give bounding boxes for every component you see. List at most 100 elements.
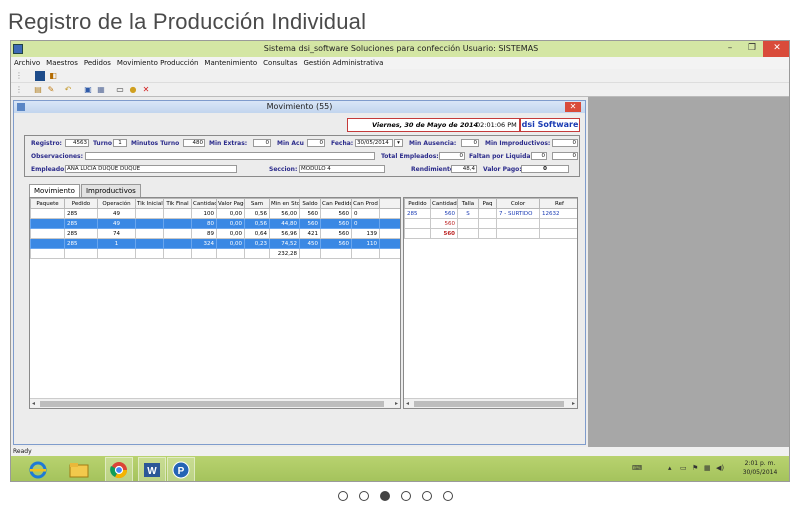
cell[interactable]: 285 bbox=[64, 218, 98, 229]
menu-pedidos[interactable]: Pedidos bbox=[84, 59, 111, 67]
cell[interactable]: 56,00 bbox=[269, 208, 300, 219]
cell[interactable]: S bbox=[457, 208, 479, 219]
registro-field[interactable]: 4563 bbox=[65, 139, 89, 147]
col-paquete[interactable]: Paquete bbox=[30, 198, 65, 209]
min-ausencia-field[interactable]: 0 bbox=[461, 139, 479, 147]
cell[interactable] bbox=[478, 208, 497, 219]
carousel-dot-3[interactable] bbox=[380, 491, 390, 501]
col-tik-inicial[interactable]: Tik Inicial bbox=[135, 198, 164, 209]
word-icon[interactable]: W bbox=[138, 457, 166, 481]
child-close-button[interactable]: ✕ bbox=[565, 102, 581, 112]
cell[interactable]: 421 bbox=[299, 228, 321, 239]
network-icon[interactable]: ▦ bbox=[704, 464, 711, 472]
cell[interactable]: 139 bbox=[351, 228, 380, 239]
scroll-left-icon[interactable]: ◂ bbox=[406, 399, 409, 408]
carousel-dot-2[interactable] bbox=[359, 491, 369, 501]
faltan-liquidar-field-a[interactable]: 0 bbox=[531, 152, 547, 160]
cell[interactable]: 89 bbox=[191, 228, 217, 239]
col-operacion[interactable]: Operación bbox=[97, 198, 136, 209]
calendar-icon[interactable]: ▾ bbox=[394, 139, 403, 147]
tab-movimiento[interactable]: Movimiento bbox=[29, 184, 80, 197]
cell[interactable]: 49 bbox=[97, 218, 136, 229]
cell[interactable] bbox=[163, 228, 192, 239]
table-row[interactable]: 285 49 100 0,00 0,56 56,00 560 560 0 bbox=[30, 208, 400, 219]
menu-movimiento-produccion[interactable]: Movimiento Producción bbox=[117, 59, 199, 67]
cell[interactable] bbox=[163, 208, 192, 219]
cell[interactable] bbox=[135, 208, 164, 219]
cell[interactable]: 0,64 bbox=[244, 228, 270, 239]
rendimiento-field[interactable]: 48,4 bbox=[451, 165, 477, 173]
cell[interactable] bbox=[163, 218, 192, 229]
cell[interactable]: 560 bbox=[299, 218, 321, 229]
tray-arrow-icon[interactable]: ▴ bbox=[668, 464, 672, 472]
cell[interactable]: 324 bbox=[191, 238, 217, 249]
clock[interactable]: 2:01 p. m. 30/05/2014 bbox=[731, 459, 789, 477]
maximize-button[interactable]: ❐ bbox=[741, 41, 763, 57]
cell[interactable]: 1 bbox=[97, 238, 136, 249]
col-talla[interactable]: Talla bbox=[457, 198, 479, 209]
tab-improductivos[interactable]: Improductivos bbox=[80, 184, 141, 197]
cell[interactable]: 0,00 bbox=[216, 208, 245, 219]
scroll-thumb[interactable] bbox=[414, 401, 564, 407]
cell[interactable]: 74 bbox=[97, 228, 136, 239]
col-ref[interactable]: Ref bbox=[539, 198, 577, 209]
scroll-right-icon[interactable]: ▸ bbox=[395, 399, 398, 408]
cell[interactable]: 100 bbox=[191, 208, 217, 219]
cell[interactable] bbox=[135, 218, 164, 229]
carousel-dot-1[interactable] bbox=[338, 491, 348, 501]
cell[interactable]: 285 bbox=[64, 238, 98, 249]
menu-mantenimiento[interactable]: Mantenimiento bbox=[204, 59, 257, 67]
cell[interactable] bbox=[30, 238, 65, 249]
chrome-icon[interactable] bbox=[105, 457, 133, 481]
volume-icon[interactable]: ◀) bbox=[716, 464, 724, 472]
cell[interactable]: 560 bbox=[320, 228, 352, 239]
scroll-left-icon[interactable]: ◂ bbox=[32, 399, 35, 408]
search-icon[interactable]: ● bbox=[128, 85, 138, 95]
minimize-button[interactable]: – bbox=[719, 41, 741, 57]
cell[interactable]: 12632 bbox=[539, 208, 577, 219]
col-color[interactable]: Color bbox=[496, 198, 540, 209]
cell[interactable]: 285 bbox=[64, 208, 98, 219]
save-icon[interactable]: ▣ bbox=[83, 85, 93, 95]
cell[interactable] bbox=[135, 228, 164, 239]
cell[interactable]: 560 bbox=[320, 238, 352, 249]
col-can-pedido[interactable]: Can Pedido bbox=[320, 198, 352, 209]
undo-icon[interactable]: ↶ bbox=[63, 85, 73, 95]
cell[interactable]: 560 bbox=[299, 208, 321, 219]
min-extras-field[interactable]: 0 bbox=[253, 139, 271, 147]
col-pedido[interactable]: Pedido bbox=[404, 198, 431, 209]
cell[interactable]: 285 bbox=[404, 208, 431, 219]
cell[interactable]: 0 bbox=[351, 208, 380, 219]
col-min-en-std[interactable]: Min en Std bbox=[269, 198, 300, 209]
min-improductivos-field[interactable]: 0 bbox=[552, 139, 578, 147]
table-row[interactable]: 285 49 80 0,00 0,56 44,80 560 560 0 bbox=[30, 218, 400, 229]
flag-icon[interactable]: ⚑ bbox=[692, 464, 698, 472]
turno-field[interactable]: 1 bbox=[113, 139, 127, 147]
monitor-icon[interactable]: ▭ bbox=[680, 464, 687, 472]
cell[interactable]: 0,56 bbox=[244, 208, 270, 219]
cell[interactable]: 74,52 bbox=[269, 238, 300, 249]
cell[interactable]: 0,00 bbox=[216, 228, 245, 239]
close-button[interactable]: ✕ bbox=[763, 41, 789, 57]
cell[interactable]: 0,00 bbox=[216, 238, 245, 249]
app-p-icon[interactable]: P bbox=[167, 457, 195, 481]
min-acu-field[interactable]: 0 bbox=[307, 139, 325, 147]
horizontal-scrollbar[interactable]: ◂ ▸ bbox=[30, 398, 400, 408]
ie-icon[interactable] bbox=[24, 457, 52, 481]
total-empleados-field[interactable]: 0 bbox=[439, 152, 465, 160]
cell[interactable]: 80 bbox=[191, 218, 217, 229]
cell[interactable]: 0 bbox=[351, 218, 380, 229]
cell[interactable]: 560 bbox=[320, 208, 352, 219]
menu-gestion-administrativa[interactable]: Gestión Administrativa bbox=[303, 59, 383, 67]
cell[interactable] bbox=[163, 238, 192, 249]
col-paq[interactable]: Paq bbox=[478, 198, 497, 209]
cell[interactable]: 7 - SURTIDO bbox=[496, 208, 540, 219]
carousel-dot-4[interactable] bbox=[401, 491, 411, 501]
observaciones-field[interactable] bbox=[85, 152, 375, 160]
cell[interactable]: 285 bbox=[64, 228, 98, 239]
cell[interactable]: 44,80 bbox=[269, 218, 300, 229]
fecha-field[interactable]: 30/05/2014 bbox=[355, 139, 393, 147]
report-icon[interactable]: ▭ bbox=[115, 85, 125, 95]
horizontal-scrollbar[interactable]: ◂ ▸ bbox=[404, 398, 577, 408]
edit-icon[interactable]: ✎ bbox=[46, 85, 56, 95]
